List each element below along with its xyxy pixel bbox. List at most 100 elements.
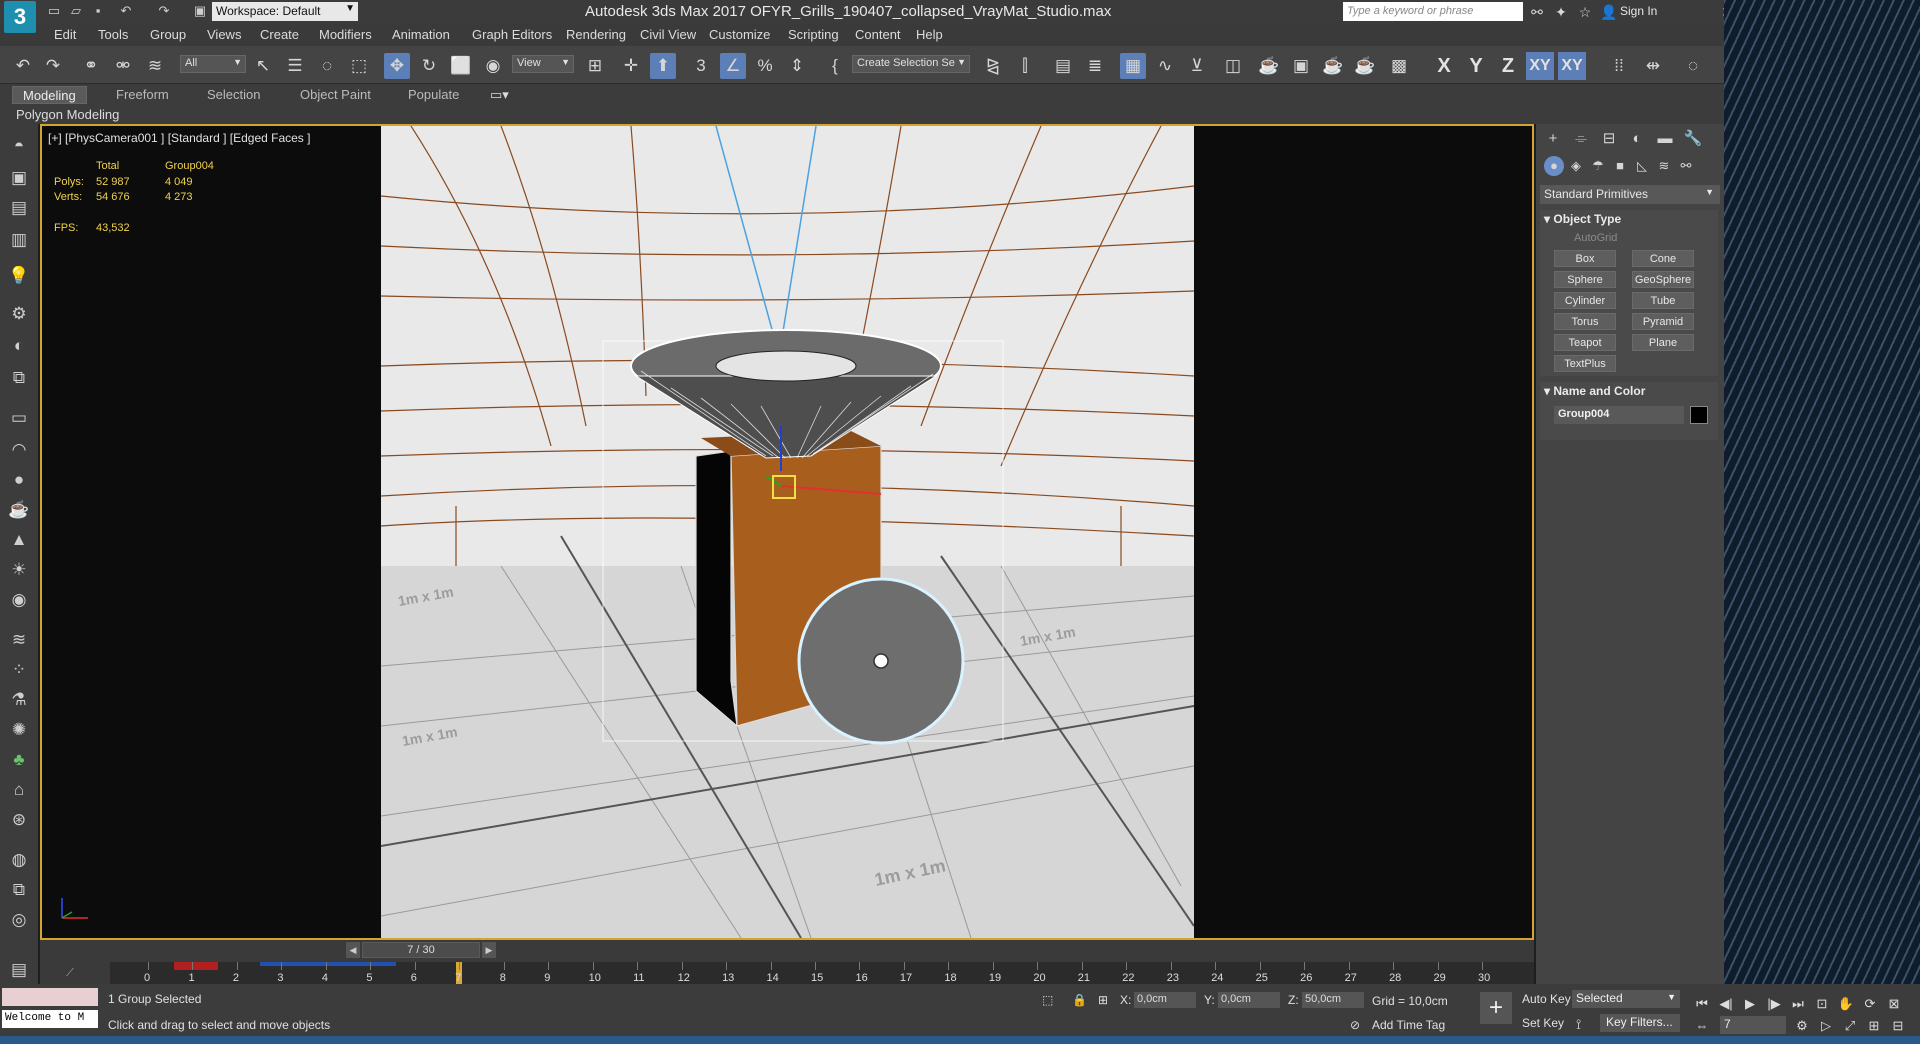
select-and-scale-icon[interactable]: ⬜ (448, 53, 474, 79)
key-mode-dropdown[interactable]: Selected ▼ (1572, 990, 1680, 1008)
hair-icon[interactable]: ≋ (6, 628, 32, 652)
rendered-frame-window-icon[interactable]: ▣ (1288, 53, 1314, 79)
selection-filter-dropdown[interactable]: All ▼ (180, 55, 246, 73)
axis-xy-button[interactable]: XY (1526, 52, 1554, 80)
workspace-dropdown[interactable]: Workspace: Default ▼ (212, 2, 358, 21)
menu-graph-editors[interactable]: Graph Editors (472, 27, 552, 42)
viewport-label-menu[interactable]: [+] [PhysCamera001 ] [Standard ] [Edged … (48, 131, 310, 145)
select-manipulate-icon[interactable]: ✛ (618, 53, 644, 79)
open-file-icon[interactable]: ▱ (68, 3, 84, 19)
menu-edit[interactable]: Edit (54, 27, 76, 42)
unlink-icon[interactable]: ⚮ (110, 53, 136, 79)
add-time-tag[interactable]: Add Time Tag (1372, 1018, 1445, 1032)
key-tangent-icon[interactable]: ⟟ (1576, 1016, 1581, 1033)
schematic-view-icon[interactable]: ⊻ (1184, 53, 1210, 79)
cameras-sub-icon[interactable]: ■ (1610, 156, 1630, 176)
redo-icon[interactable]: ↷ (156, 3, 172, 19)
sphere-button[interactable]: Sphere (1554, 271, 1616, 288)
space-warps-icon[interactable]: ≋ (1654, 156, 1674, 176)
snaps-toggle-icon[interactable]: 3 (688, 53, 714, 79)
zoom-region-icon[interactable]: ⊞ (1864, 1016, 1884, 1036)
angle-snap-icon[interactable]: ∠ (720, 53, 746, 79)
render-elements-icon[interactable]: ⚗ (6, 688, 32, 712)
forest-icon[interactable]: ⌂ (6, 778, 32, 802)
new-file-icon[interactable]: ▭ (46, 3, 62, 19)
sphere-light-icon[interactable]: ◉ (6, 588, 32, 612)
time-track[interactable]: 0 1 2 3 4 5 6 7 8 9 10 11 12 13 14 15 16 17 18 19 20 21 22 23 24… (110, 962, 1534, 984)
geosphere-button[interactable]: GeoSphere (1632, 271, 1694, 288)
edit-named-selection-icon[interactable]: { (822, 53, 848, 79)
motion-tab-icon[interactable]: ◐ (1626, 128, 1648, 150)
field-of-view-icon[interactable]: ▷ (1816, 1016, 1836, 1036)
set-key-icon[interactable]: + (1480, 992, 1512, 1024)
go-to-end-icon[interactable]: ⏭ (1788, 994, 1808, 1014)
containers-icon[interactable]: ▣ (6, 166, 32, 190)
sign-in-link[interactable]: Sign In (1620, 4, 1657, 18)
pyramid-button[interactable]: Pyramid (1632, 313, 1694, 330)
cone-button[interactable]: Cone (1632, 250, 1694, 267)
axis-xy-cycle-button[interactable]: XY (1558, 52, 1586, 80)
tab-populate[interactable]: Populate (398, 86, 469, 104)
maxscript-icon[interactable]: ▤ (6, 958, 32, 982)
object-category-dropdown[interactable]: Standard Primitives ▼ (1540, 185, 1720, 204)
auto-key-button[interactable]: Auto Key (1522, 992, 1571, 1006)
isolate-selection-icon[interactable]: ⬚ (1042, 993, 1053, 1007)
zoom-extents-icon[interactable]: ⊡ (1812, 994, 1832, 1014)
z-coordinate-field[interactable]: 50,0cm (1302, 992, 1364, 1008)
tab-selection[interactable]: Selection (197, 86, 270, 104)
binoculars-icon[interactable]: ⚯ (1528, 3, 1546, 21)
dome-object-icon[interactable]: ◠ (6, 438, 32, 462)
app-logo[interactable]: 3 (4, 1, 36, 33)
mirror-icon[interactable]: ⧎ (980, 53, 1006, 79)
ribbon-options-icon[interactable]: ▭▾ (480, 86, 519, 104)
lights-icon[interactable]: 💡 (6, 264, 32, 288)
menu-tools[interactable]: Tools (98, 27, 128, 42)
go-to-start-icon[interactable]: ⏮ (1692, 994, 1712, 1014)
scatter-icon[interactable]: ♣ (6, 748, 32, 772)
favorites-star-icon[interactable]: ☆ (1576, 3, 1594, 21)
railclone-icon[interactable]: ⊛ (6, 808, 32, 832)
orbit-icon[interactable]: ⟳ (1860, 994, 1880, 1014)
menu-views[interactable]: Views (207, 27, 241, 42)
lights-sub-icon[interactable]: ☂ (1588, 156, 1608, 176)
render-production-icon[interactable]: ☕ (1320, 53, 1346, 79)
teapot-button[interactable]: Teapot (1554, 334, 1616, 351)
x-coordinate-field[interactable]: 0,0cm (1134, 992, 1196, 1008)
next-frame-icon[interactable]: ▶ (482, 942, 496, 958)
reference-coordinate-dropdown[interactable]: View ▼ (512, 55, 574, 73)
menu-civil-view[interactable]: Civil View (640, 27, 696, 42)
key-mode-toggle-icon[interactable]: ⇔ (1692, 1016, 1712, 1036)
project-folder-icon[interactable]: ▣ (192, 3, 208, 19)
spacing-tool-icon[interactable]: ◌ (1680, 53, 1706, 79)
spinner-snap-icon[interactable]: ⇕ (784, 53, 810, 79)
create-tab-icon[interactable]: + (1542, 128, 1564, 150)
render-setup-icon[interactable]: ☕ (1256, 53, 1282, 79)
utilities-tab-icon[interactable]: 🔧 (1682, 128, 1704, 150)
time-configuration-icon[interactable]: ⚙ (1792, 1016, 1812, 1036)
search-input[interactable]: Type a keyword or phrase (1343, 2, 1523, 21)
shapes-icon[interactable]: ◈ (1566, 156, 1586, 176)
y-coordinate-field[interactable]: 0,0cm (1218, 992, 1280, 1008)
axis-y-button[interactable]: Y (1462, 52, 1490, 80)
select-by-name-icon[interactable]: ☰ (282, 53, 308, 79)
maximize-viewport-icon[interactable]: ⊠ (1884, 994, 1904, 1014)
axis-x-button[interactable]: X (1430, 52, 1458, 80)
maxscript-listener[interactable] (2, 988, 98, 1006)
torus-button[interactable]: Torus (1554, 313, 1616, 330)
menu-content[interactable]: Content (855, 27, 901, 42)
maxscript-welcome-field[interactable]: Welcome to M (2, 1010, 98, 1028)
previous-frame-icon[interactable]: ◀ (346, 942, 360, 958)
mini-curve-editor-icon[interactable]: ⟋ (50, 962, 90, 984)
link-icon[interactable]: ⚭ (78, 53, 104, 79)
display-tab-icon[interactable]: ▬ (1654, 128, 1676, 150)
scene-explorer-icon[interactable]: ▤ (1050, 53, 1076, 79)
menu-modifiers[interactable]: Modifiers (319, 27, 372, 42)
menu-animation[interactable]: Animation (392, 27, 450, 42)
walk-through-icon[interactable]: ⤢ (1840, 1016, 1860, 1036)
axis-z-button[interactable]: Z (1494, 52, 1522, 80)
object-name-field[interactable]: Group004 (1554, 406, 1684, 424)
menu-customize[interactable]: Customize (709, 27, 770, 42)
pivot-center-icon[interactable]: ⊞ (582, 53, 608, 79)
tab-freeform[interactable]: Freeform (106, 86, 179, 104)
material-editor-icon[interactable]: ◫ (1220, 53, 1246, 79)
